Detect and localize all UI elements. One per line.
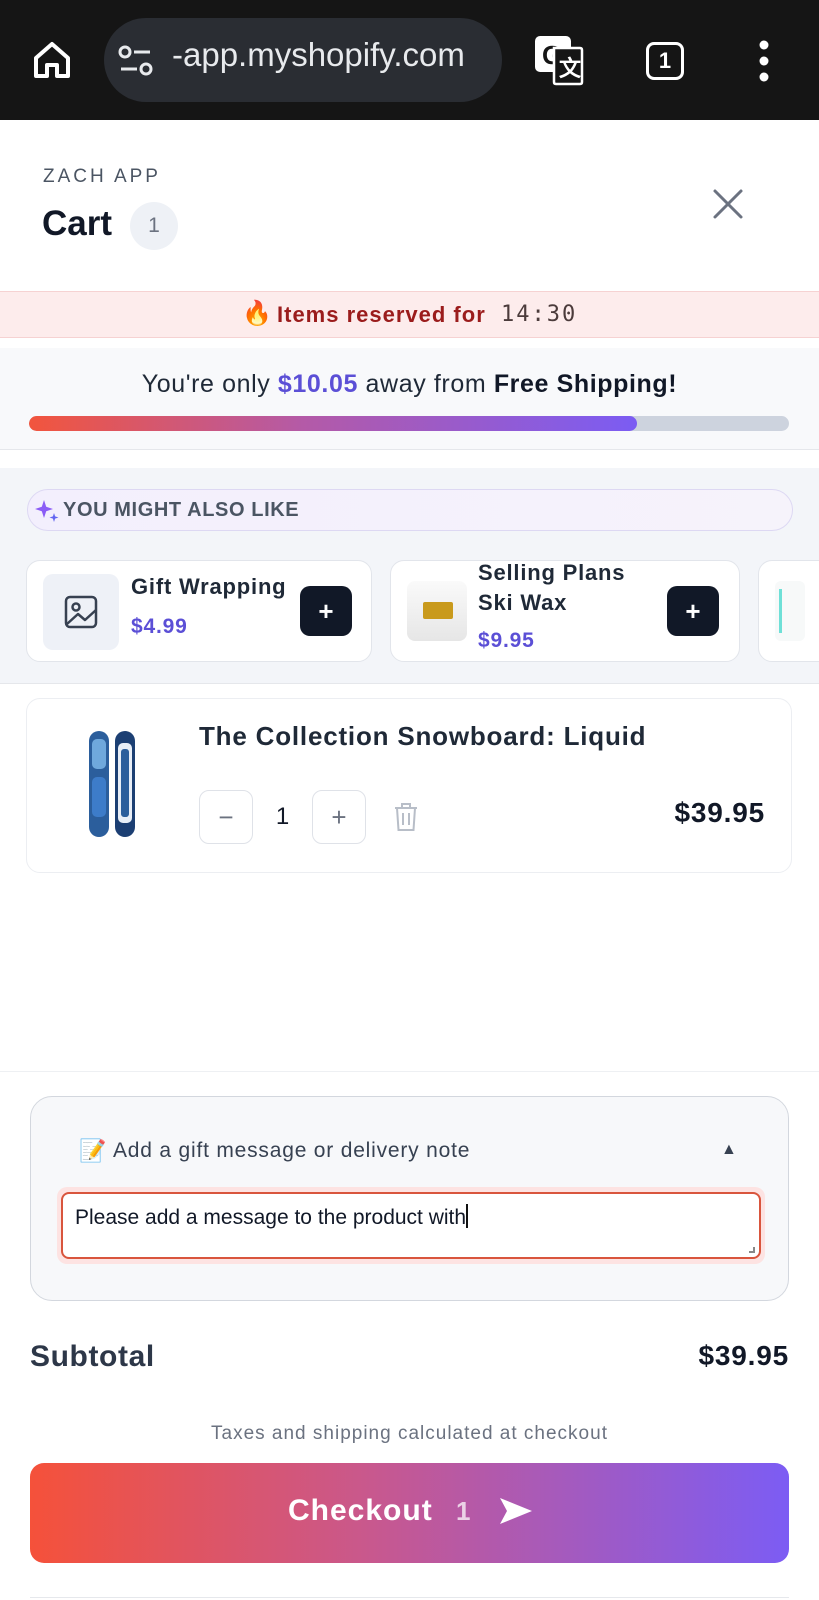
upsell-product-name: Selling Plans Ski Wax [478,560,626,615]
free-shipping-message: You're only $10.05 away from Free Shippi… [141,370,678,398]
cart-line-item: The Collection Snowboard: Liquid − 1 + $… [26,698,792,873]
flame-icon: 🔥 [242,300,272,327]
snowboard-image [53,725,171,843]
reservation-banner: 🔥 Items reserved for 14:30 [0,291,819,338]
shipping-progress-fill [29,416,637,431]
subtotal-label: Subtotal [30,1340,155,1373]
upsell-card-partial[interactable] [758,560,819,662]
resize-handle[interactable] [749,1247,755,1253]
gift-note-panel: 📝 Add a gift message or delivery note ▲ … [30,1096,789,1301]
cart-footer: 📝 Add a gift message or delivery note ▲ … [0,1071,819,1600]
trash-icon[interactable] [393,802,419,832]
shipping-progress-track [29,416,789,431]
translate-icon[interactable]: G 文 [534,34,584,86]
image-icon [64,595,98,629]
store-name: ZACH APP [43,166,161,187]
address-bar-url[interactable]: -app.myshopify.com [172,36,502,74]
close-icon[interactable] [712,188,744,220]
upsell-product-price: $9.95 [478,629,535,652]
shipping-remaining-amount: $10.05 [277,370,358,398]
reservation-label: Items reserved for [277,302,486,327]
more-options-icon[interactable] [758,40,770,82]
tab-switcher-button[interactable]: 1 [646,42,684,80]
upsell-product-name: Gift Wrapping [131,574,287,599]
upsell-card-gift-wrapping[interactable]: Gift Wrapping $4.99 + [26,560,372,662]
upsell-header: YOU MIGHT ALSO LIKE [27,489,793,531]
collapse-toggle-icon[interactable]: ▲ [721,1141,737,1159]
ski-wax-image [407,581,467,641]
tax-note: Taxes and shipping calculated at checkou… [211,1423,608,1444]
checkout-count: 1 [456,1496,471,1526]
footer-divider [30,1597,789,1598]
send-arrow-icon [500,1498,532,1524]
increase-quantity-button[interactable]: + [312,790,366,844]
decrease-quantity-button[interactable]: − [199,790,253,844]
memo-icon: 📝 [79,1138,107,1163]
home-icon[interactable] [30,38,74,82]
svg-text:文: 文 [559,56,582,81]
site-settings-icon[interactable] [118,44,154,78]
browser-toolbar: -app.myshopify.com G 文 1 [0,0,819,120]
add-ski-wax-button[interactable]: + [667,586,719,636]
product-image [775,581,805,641]
gift-note-textarea[interactable]: Please add a message to the product with [61,1192,761,1259]
checkout-button[interactable]: Checkout 1 [30,1463,789,1563]
product-image-placeholder [43,574,119,650]
quantity-value: 1 [275,803,290,830]
upsell-section: YOU MIGHT ALSO LIKE Gift Wrapping $4.99 … [0,468,819,684]
text-caret [466,1204,469,1228]
reservation-timer: 14:30 [501,302,578,327]
line-item-price: $39.95 [674,797,765,828]
gift-note-text: Please add a message to the product with [75,1206,467,1229]
cart-title: Cart [42,204,113,243]
upsell-product-price: $4.99 [131,615,188,638]
subtotal-value: $39.95 [698,1340,789,1371]
shipping-goal: Free Shipping! [493,370,678,398]
sparkle-icon [35,500,59,522]
cart-count-badge: 1 [130,202,178,250]
line-item-title: The Collection Snowboard: Liquid [199,721,647,751]
upsell-card-ski-wax[interactable]: Selling Plans Ski Wax $9.95 + [390,560,740,662]
upsell-label: YOU MIGHT ALSO LIKE [63,499,300,521]
checkout-label: Checkout [288,1494,433,1527]
gift-note-label[interactable]: Add a gift message or delivery note [113,1139,470,1163]
free-shipping-bar: You're only $10.05 away from Free Shippi… [0,348,819,450]
add-gift-wrapping-button[interactable]: + [300,586,352,636]
